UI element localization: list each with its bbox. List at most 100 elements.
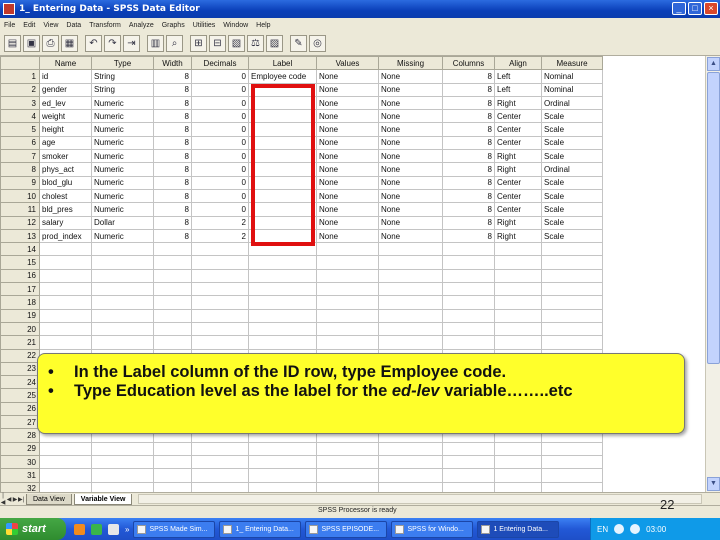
cell-values[interactable] — [316, 242, 379, 257]
variables-icon[interactable]: ▥ — [147, 35, 164, 52]
column-header-columns[interactable]: Columns — [442, 56, 495, 71]
cell-missing[interactable]: None — [378, 109, 443, 124]
cell-name[interactable] — [39, 335, 92, 350]
column-header-decimals[interactable]: Decimals — [191, 56, 249, 71]
menu-utilities[interactable]: Utilities — [193, 22, 216, 29]
cell-values[interactable]: None — [316, 82, 379, 97]
cell-type[interactable] — [91, 335, 154, 350]
cell-width[interactable] — [153, 255, 192, 270]
cell-align[interactable]: Center — [494, 109, 542, 124]
cell-measure[interactable]: Nominal — [541, 69, 603, 84]
cell-type[interactable] — [91, 282, 154, 297]
row-number[interactable]: 10 — [0, 188, 40, 204]
cell-columns[interactable] — [442, 268, 495, 284]
row-number[interactable]: 19 — [0, 308, 40, 323]
cell-type[interactable] — [91, 268, 154, 284]
cell-type[interactable]: String — [91, 69, 154, 84]
cell-width[interactable]: 8 — [153, 202, 192, 217]
cell-measure[interactable]: Scale — [541, 202, 603, 217]
cell-missing[interactable] — [378, 468, 443, 483]
cell-decimals[interactable]: 0 — [191, 69, 249, 84]
cell-measure[interactable] — [541, 282, 603, 297]
cell-columns[interactable]: 8 — [442, 82, 495, 97]
column-header-label[interactable]: Label — [248, 56, 317, 71]
cell-values[interactable] — [316, 255, 379, 270]
cell-values[interactable]: None — [316, 202, 379, 217]
cell-values[interactable]: None — [316, 215, 379, 230]
cell-type[interactable]: Numeric — [91, 228, 154, 244]
insert-cases-icon[interactable]: ⊞ — [190, 35, 207, 52]
row-number[interactable]: 25 — [0, 388, 40, 403]
menu-transform[interactable]: Transform — [89, 22, 121, 29]
cell-type[interactable] — [91, 321, 154, 337]
select-cases-icon[interactable]: ▨ — [266, 35, 283, 52]
corner-cell[interactable] — [0, 56, 40, 71]
cell-width[interactable] — [153, 321, 192, 337]
cell-columns[interactable] — [442, 282, 495, 297]
cell-align[interactable]: Center — [494, 188, 542, 204]
cell-missing[interactable] — [378, 481, 443, 492]
cell-decimals[interactable] — [191, 268, 249, 284]
row-number[interactable]: 17 — [0, 282, 40, 297]
print-icon[interactable]: ⎙ — [42, 35, 59, 52]
cell-measure[interactable]: Nominal — [541, 82, 603, 97]
cell-values[interactable] — [316, 321, 379, 337]
row-number[interactable]: 29 — [0, 441, 40, 456]
taskbar-button[interactable]: SPSS EPISODE... — [305, 520, 388, 538]
cell-measure[interactable] — [541, 242, 603, 257]
row-number[interactable]: 7 — [0, 149, 40, 164]
cell-missing[interactable] — [378, 242, 443, 257]
cell-type[interactable]: Numeric — [91, 109, 154, 124]
row-number[interactable]: 1 — [0, 69, 40, 84]
cell-values[interactable]: None — [316, 69, 379, 84]
cell-columns[interactable] — [442, 454, 495, 470]
menu-file[interactable]: File — [4, 22, 15, 29]
cell-measure[interactable]: Scale — [541, 122, 603, 137]
cell-label[interactable] — [248, 335, 317, 350]
cell-decimals[interactable]: 0 — [191, 149, 249, 164]
cell-values[interactable]: None — [316, 95, 379, 111]
cell-label[interactable] — [248, 255, 317, 270]
row-number[interactable]: 16 — [0, 268, 40, 284]
cell-columns[interactable]: 8 — [442, 69, 495, 84]
cell-name[interactable] — [39, 268, 92, 284]
row-number[interactable]: 23 — [0, 361, 40, 377]
scroll-thumb[interactable] — [707, 72, 720, 364]
cell-name[interactable]: ed_lev — [39, 95, 92, 111]
cell-align[interactable]: Left — [494, 69, 542, 84]
cell-width[interactable] — [153, 481, 192, 492]
cell-missing[interactable]: None — [378, 175, 443, 190]
cell-measure[interactable] — [541, 255, 603, 270]
cell-missing[interactable]: None — [378, 162, 443, 177]
volume-icon[interactable] — [630, 524, 641, 534]
cell-missing[interactable]: None — [378, 228, 443, 244]
cell-type[interactable] — [91, 242, 154, 257]
menu-edit[interactable]: Edit — [23, 22, 35, 29]
menu-graphs[interactable]: Graphs — [162, 22, 185, 29]
tab-variable-view[interactable]: Variable View — [73, 493, 133, 505]
row-number[interactable]: 32 — [0, 481, 40, 492]
cell-measure[interactable]: Scale — [541, 188, 603, 204]
cell-missing[interactable]: None — [378, 135, 443, 151]
taskbar-button[interactable]: SPSS Made Sim... — [133, 520, 216, 538]
cell-columns[interactable]: 8 — [442, 175, 495, 190]
cell-name[interactable]: phys_act — [39, 162, 92, 177]
cell-missing[interactable]: None — [378, 188, 443, 204]
cell-missing[interactable] — [378, 321, 443, 337]
cell-name[interactable] — [39, 282, 92, 297]
cell-name[interactable]: age — [39, 135, 92, 151]
cell-columns[interactable]: 8 — [442, 122, 495, 137]
cell-name[interactable] — [39, 441, 92, 456]
cell-measure[interactable]: Scale — [541, 228, 603, 244]
cell-values[interactable]: None — [316, 109, 379, 124]
cell-decimals[interactable] — [191, 282, 249, 297]
cell-decimals[interactable] — [191, 468, 249, 483]
row-number[interactable]: 4 — [0, 109, 40, 124]
cell-width[interactable] — [153, 268, 192, 284]
cell-name[interactable] — [39, 468, 92, 483]
column-header-name[interactable]: Name — [39, 56, 92, 71]
cell-columns[interactable] — [442, 468, 495, 483]
cell-decimals[interactable]: 0 — [191, 95, 249, 111]
cell-values[interactable] — [316, 454, 379, 470]
row-number[interactable]: 27 — [0, 415, 40, 430]
